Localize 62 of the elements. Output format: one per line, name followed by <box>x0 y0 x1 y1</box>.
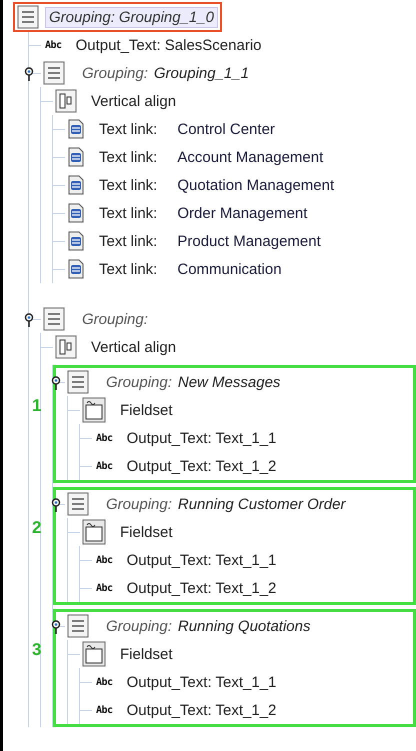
node-label[interactable]: Text link: <box>99 260 158 278</box>
text-type-icon: Abc <box>96 582 113 594</box>
node-label[interactable]: Output_Text: Text_1_1 <box>126 674 276 690</box>
document-link-icon <box>67 203 85 223</box>
callout-number: 3 <box>32 640 42 660</box>
link-target: Order Management <box>177 204 308 222</box>
node-label[interactable]: Text link: <box>99 176 158 194</box>
columns-icon <box>55 89 77 113</box>
text-type-icon: Abc <box>96 432 113 444</box>
text-type-icon: Abc <box>96 460 113 472</box>
document-link-icon <box>67 147 85 167</box>
fieldset-icon <box>82 397 106 423</box>
link-target: Control Center <box>177 120 275 138</box>
pin-icon[interactable] <box>51 620 61 634</box>
pin-icon[interactable] <box>24 313 34 327</box>
text-type-icon: Abc <box>96 554 113 566</box>
text-type-icon: Abc <box>96 676 113 688</box>
pin-icon[interactable] <box>51 498 61 512</box>
node-label[interactable]: Grouping: Grouping_1_1 <box>79 64 252 82</box>
node-label[interactable]: Text link: <box>99 204 158 222</box>
node-label[interactable]: Vertical align <box>91 338 176 356</box>
document-link-icon <box>67 231 85 251</box>
text-type-icon: Abc <box>96 704 113 716</box>
list-icon <box>17 5 39 29</box>
list-icon <box>43 61 65 85</box>
fieldset-icon <box>82 641 106 667</box>
node-label[interactable]: Fieldset <box>120 402 173 418</box>
node-label[interactable]: Text link: <box>99 232 158 250</box>
node-label[interactable]: Output_Text: Text_1_2 <box>126 458 276 474</box>
pin-icon[interactable] <box>24 67 34 81</box>
node-label[interactable]: Grouping: <box>79 310 151 328</box>
node-label[interactable]: Output_Text: Text_1_1 <box>126 552 276 568</box>
pin-icon[interactable] <box>51 376 61 390</box>
node-label[interactable]: Output_Text: Text_1_2 <box>126 580 276 596</box>
node-label[interactable]: Grouping: Running Quotations <box>103 616 314 636</box>
link-target: Communication <box>177 260 282 278</box>
node-label[interactable]: Fieldset <box>120 524 173 540</box>
node-label[interactable]: Grouping: New Messages <box>103 372 284 392</box>
node-label[interactable]: Grouping: Running Customer Order <box>103 494 348 514</box>
node-label[interactable]: Grouping: Grouping_1_0 <box>45 6 218 28</box>
columns-icon <box>55 335 77 359</box>
node-label[interactable]: Output_Text: SalesScenario <box>76 36 262 54</box>
list-icon <box>43 307 65 331</box>
document-link-icon <box>67 175 85 195</box>
node-label[interactable]: Fieldset <box>120 646 173 662</box>
link-target: Account Management <box>177 148 324 166</box>
document-link-icon <box>67 259 85 279</box>
list-icon <box>67 614 89 638</box>
list-icon <box>67 370 89 394</box>
text-type-icon: Abc <box>45 40 62 50</box>
node-label[interactable]: Text link: <box>99 120 158 138</box>
node-label[interactable]: Vertical align <box>91 92 176 110</box>
callout-number: 1 <box>32 396 42 416</box>
fieldset-icon <box>82 519 106 545</box>
node-label[interactable]: Output_Text: Text_1_1 <box>126 430 276 446</box>
callout-number: 2 <box>32 518 42 538</box>
link-target: Quotation Management <box>177 176 334 194</box>
list-icon <box>67 492 89 516</box>
node-label[interactable]: Output_Text: Text_1_2 <box>126 702 276 718</box>
document-link-icon <box>67 119 85 139</box>
node-label[interactable]: Text link: <box>99 148 158 166</box>
link-target: Product Management <box>177 232 321 250</box>
